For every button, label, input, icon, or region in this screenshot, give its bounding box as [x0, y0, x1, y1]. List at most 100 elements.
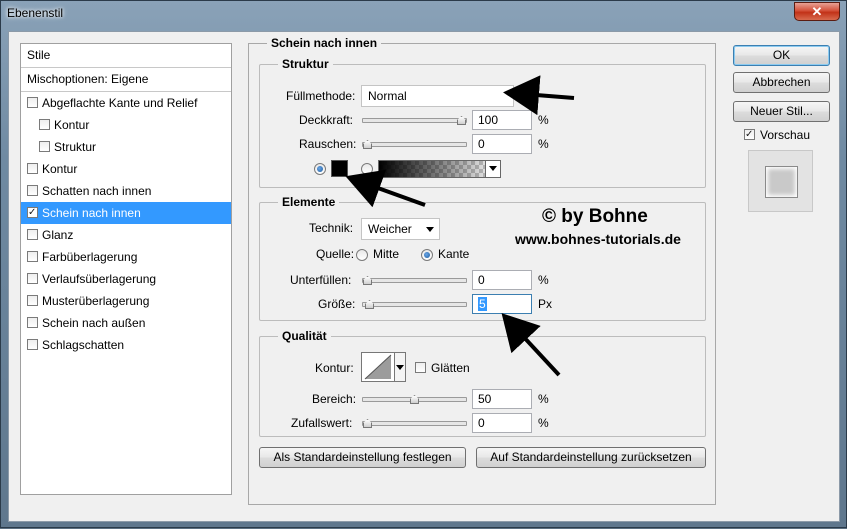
- choke-unit: %: [538, 273, 549, 287]
- glow-color-swatch[interactable]: [331, 160, 348, 177]
- contour-dropdown[interactable]: [395, 352, 406, 382]
- noise-unit: %: [538, 137, 549, 151]
- style-item[interactable]: Struktur: [21, 136, 231, 158]
- style-item-checkbox[interactable]: [27, 251, 38, 262]
- source-edge-radio[interactable]: [421, 249, 433, 261]
- size-value: 5: [478, 297, 487, 311]
- noise-label: Rauschen:: [299, 137, 357, 151]
- style-item-label: Schatten nach innen: [42, 184, 152, 198]
- elements-title: Elemente: [278, 195, 340, 209]
- style-item-checkbox[interactable]: [39, 141, 50, 152]
- style-item-label: Farbüberlagerung: [42, 250, 138, 264]
- antialias-label[interactable]: Glätten: [431, 361, 470, 375]
- size-input[interactable]: 5: [472, 294, 532, 314]
- style-item-checkbox[interactable]: [39, 119, 50, 130]
- range-input[interactable]: 50: [472, 389, 532, 409]
- style-item-checkbox[interactable]: [27, 97, 38, 108]
- choke-label: Unterfüllen:: [290, 273, 352, 287]
- style-item-checkbox[interactable]: [27, 339, 38, 350]
- new-style-button[interactable]: Neuer Stil...: [733, 101, 830, 122]
- opacity-slider-thumb[interactable]: [457, 116, 466, 125]
- contour-picker[interactable]: [361, 352, 395, 382]
- source-center-radio[interactable]: [356, 249, 368, 261]
- contour-label: Kontur:: [315, 361, 354, 375]
- panel-title: Schein nach innen: [267, 36, 382, 50]
- jitter-unit: %: [538, 416, 549, 430]
- source-edge-label[interactable]: Kante: [438, 247, 469, 261]
- antialias-checkbox[interactable]: [415, 362, 426, 373]
- preview-thumbnail: [765, 166, 798, 198]
- make-default-button[interactable]: Als Standardeinstellung festlegen: [259, 447, 466, 468]
- style-item[interactable]: Verlaufsüberlagerung: [21, 268, 231, 290]
- inner-glow-panel: Schein nach innen Struktur Füllmethode: …: [248, 36, 716, 505]
- noise-input[interactable]: 0: [472, 134, 532, 154]
- dialog-client: Stile Mischoptionen: Eigene Abgeflachte …: [8, 31, 840, 522]
- jitter-slider-thumb[interactable]: [363, 419, 372, 428]
- reset-default-button[interactable]: Auf Standardeinstellung zurücksetzen: [476, 447, 706, 468]
- close-button[interactable]: ✕: [794, 2, 840, 21]
- styles-header[interactable]: Stile: [21, 44, 231, 68]
- style-item-checkbox[interactable]: [27, 229, 38, 240]
- noise-slider[interactable]: [362, 140, 467, 149]
- jitter-input[interactable]: 0: [472, 413, 532, 433]
- style-item[interactable]: Kontur: [21, 158, 231, 180]
- style-item[interactable]: Schatten nach innen: [21, 180, 231, 202]
- cancel-button[interactable]: Abbrechen: [733, 72, 830, 93]
- range-slider-thumb[interactable]: [410, 395, 419, 404]
- title-bar[interactable]: Ebenenstil ✕: [1, 1, 846, 31]
- style-item[interactable]: Kontur: [21, 114, 231, 136]
- contour-curve-icon: [364, 354, 392, 380]
- range-slider[interactable]: [362, 395, 467, 404]
- choke-slider-thumb[interactable]: [363, 276, 372, 285]
- size-slider[interactable]: [362, 300, 467, 309]
- size-slider-thumb[interactable]: [365, 300, 374, 309]
- style-item-checkbox[interactable]: [27, 207, 38, 218]
- quality-group: Qualität Kontur: Glätten Bereich: 50 % Z…: [259, 329, 706, 437]
- size-label: Größe:: [318, 297, 356, 311]
- noise-slider-thumb[interactable]: [363, 140, 372, 149]
- style-item-checkbox[interactable]: [27, 185, 38, 196]
- blend-mode-label: Füllmethode:: [286, 89, 356, 103]
- solid-color-radio[interactable]: [314, 163, 326, 175]
- technique-select[interactable]: Weicher: [361, 218, 440, 240]
- style-item-label: Struktur: [54, 140, 97, 154]
- style-item-checkbox[interactable]: [27, 163, 38, 174]
- style-item-checkbox[interactable]: [27, 317, 38, 328]
- preview-label[interactable]: Vorschau: [760, 128, 810, 142]
- blend-options-item[interactable]: Mischoptionen: Eigene: [21, 68, 231, 92]
- style-item[interactable]: Abgeflachte Kante und Relief: [21, 92, 231, 114]
- style-item-checkbox[interactable]: [27, 295, 38, 306]
- choke-input[interactable]: 0: [472, 270, 532, 290]
- style-item-label: Glanz: [42, 228, 74, 242]
- range-unit: %: [538, 392, 549, 406]
- gradient-picker[interactable]: [378, 160, 501, 178]
- structure-group: Struktur Füllmethode: Normal Deckkraft: …: [259, 57, 706, 188]
- jitter-label: Zufallswert:: [291, 416, 353, 430]
- style-item-label: Kontur: [54, 118, 90, 132]
- gradient-radio[interactable]: [361, 163, 373, 175]
- ok-button[interactable]: OK: [733, 45, 830, 66]
- opacity-unit: %: [538, 113, 549, 127]
- jitter-slider[interactable]: [362, 419, 467, 428]
- style-item[interactable]: Musterüberlagerung: [21, 290, 231, 312]
- style-item[interactable]: Schlagschatten: [21, 334, 231, 356]
- style-item-label: Schein nach innen: [42, 206, 141, 220]
- gradient-dropdown-icon[interactable]: [485, 161, 500, 177]
- styles-list: Stile Mischoptionen: Eigene Abgeflachte …: [20, 43, 232, 495]
- technique-value: Weicher: [368, 222, 412, 236]
- opacity-input[interactable]: 100: [472, 110, 532, 130]
- choke-slider[interactable]: [362, 276, 467, 285]
- style-item[interactable]: Farbüberlagerung: [21, 246, 231, 268]
- style-item[interactable]: Schein nach innen: [21, 202, 231, 224]
- style-item-label: Abgeflachte Kante und Relief: [42, 96, 198, 110]
- style-item-checkbox[interactable]: [27, 273, 38, 284]
- opacity-slider[interactable]: [362, 116, 467, 125]
- quality-title: Qualität: [278, 329, 331, 343]
- blend-mode-select[interactable]: Normal: [361, 85, 514, 107]
- opacity-label: Deckkraft:: [299, 113, 354, 127]
- source-center-label[interactable]: Mitte: [373, 247, 399, 261]
- style-item[interactable]: Glanz: [21, 224, 231, 246]
- style-item-label: Schein nach außen: [42, 316, 146, 330]
- preview-checkbox[interactable]: [744, 129, 755, 140]
- style-item[interactable]: Schein nach außen: [21, 312, 231, 334]
